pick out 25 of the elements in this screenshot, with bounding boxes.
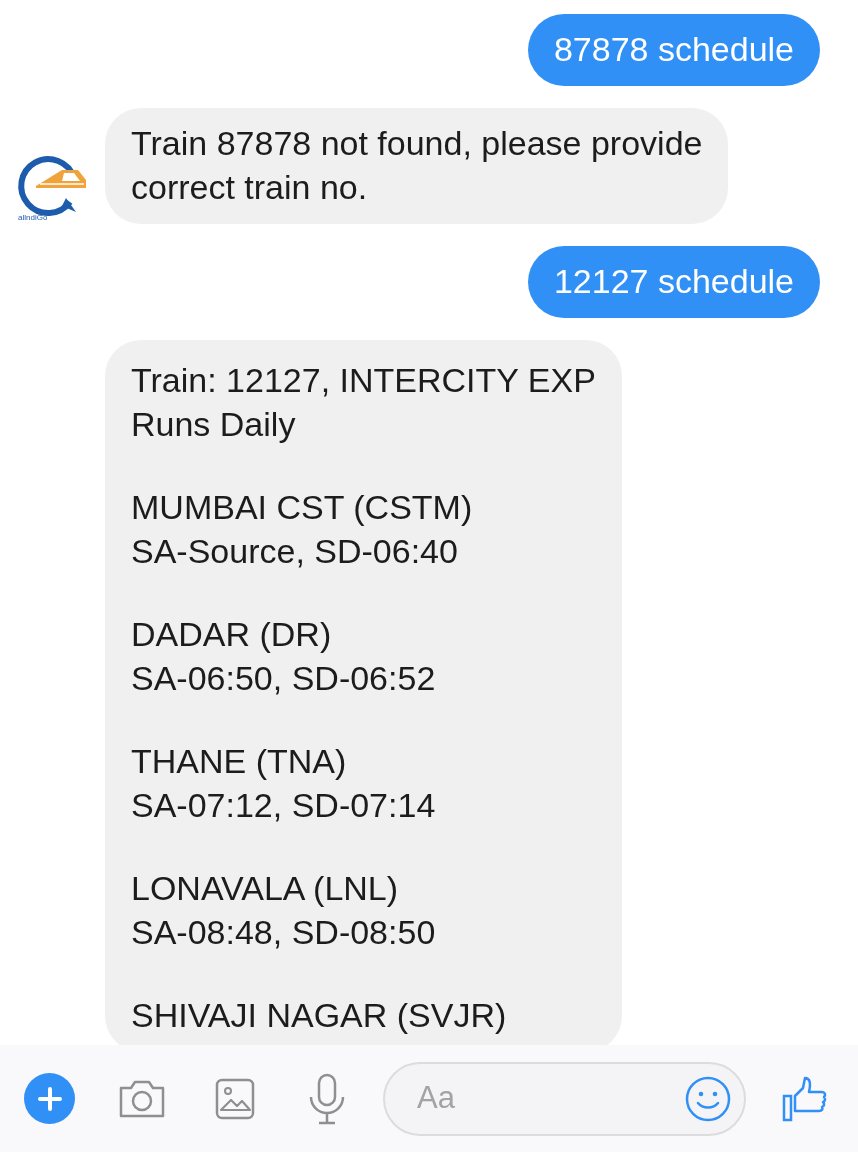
message-text: Train 87878 not found, please provide bbox=[131, 123, 703, 164]
like-icon[interactable] bbox=[782, 1075, 828, 1122]
message-text: 12127 schedule bbox=[553, 261, 794, 302]
message-text: Runs Daily bbox=[131, 404, 297, 445]
emoji-icon[interactable] bbox=[684, 1074, 732, 1123]
message-text: SA-07:12, SD-07:14 bbox=[131, 785, 437, 826]
message-text: LONAVALA (LNL) bbox=[131, 868, 400, 909]
message-text: MUMBAI CST (CSTM) bbox=[131, 487, 474, 528]
message-input[interactable]: Aa bbox=[415, 1074, 684, 1123]
message-text: SA-Source, SD-06:40 bbox=[131, 531, 459, 572]
microphone-icon[interactable] bbox=[307, 1072, 347, 1125]
message-text: Train: 12127, INTERCITY EXP bbox=[131, 360, 596, 401]
logo-text: allndiGo bbox=[18, 213, 48, 222]
message-field[interactable]: Aa bbox=[383, 1061, 746, 1136]
message-text: DADAR (DR) bbox=[131, 614, 333, 655]
add-button[interactable] bbox=[24, 1073, 75, 1124]
image-icon[interactable] bbox=[215, 1077, 255, 1120]
message-text: 87878 schedule bbox=[553, 29, 794, 70]
message-text: SHIVAJI NAGAR (SVJR) bbox=[131, 995, 508, 1036]
message-text: THANE (TNA) bbox=[131, 741, 348, 782]
message-text: correct train no. bbox=[131, 167, 369, 208]
train-logo-drawing bbox=[18, 156, 86, 216]
message-text: SA-06:50, SD-06:52 bbox=[131, 658, 437, 699]
message-text: SA-08:48, SD-08:50 bbox=[131, 912, 437, 953]
plus-icon bbox=[36, 1085, 63, 1112]
